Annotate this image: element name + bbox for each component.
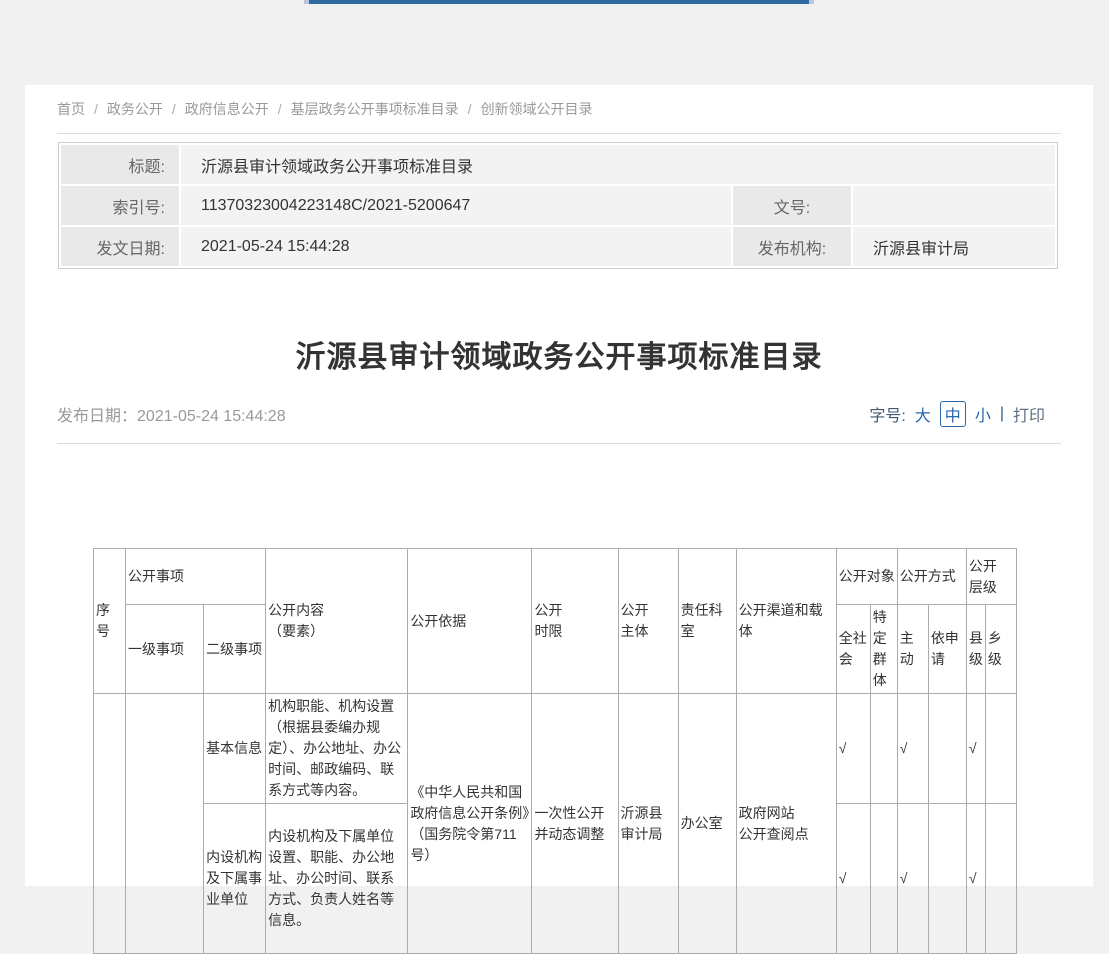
meta-publisher-label: 发布机构: [733, 227, 851, 266]
print-button[interactable]: 打印 [1013, 402, 1045, 426]
cell-subject: 沂源县审计局 [618, 694, 678, 954]
cell-item-l2: 基本信息 [204, 694, 266, 804]
article-divider [57, 443, 1061, 444]
cell-content: 机构职能、机构设置（根据县委编办规定）、办公地址、办公时间、邮政编码、联系方式等… [266, 694, 408, 804]
cell-basis: 《中华人民共和国政府信息公开条例》（国务院令第711号） [408, 694, 532, 954]
col-header-item: 公开事项 [126, 549, 266, 605]
breadcrumb-separator: / [172, 101, 176, 117]
cell-channel: 政府网站 公开查阅点 [736, 694, 836, 954]
col-header-audience-specific: 特定群体 [870, 605, 897, 694]
catalog-table: 序号 公开事项 公开内容 （要素） 公开依据 公开 时限 公开 主体 责任科室 … [93, 548, 1017, 954]
breadcrumb: 首页 / 政务公开 / 政府信息公开 / 基层政务公开事项标准目录 / 创新领域公开目录 [57, 85, 1061, 119]
cell-content: 内设机构及下属单位设置、职能、办公地址、办公时间、联系方式、负责人姓名等信息。 [266, 804, 408, 954]
col-header-basis: 公开依据 [408, 549, 532, 694]
breadcrumb-link-jczwgk[interactable]: 基层政务公开事项标准目录 [291, 101, 459, 117]
breadcrumb-divider [57, 133, 1061, 134]
cell-check-method-active: √ [897, 694, 928, 804]
col-header-level: 公开 层级 [966, 549, 1016, 605]
article-toolbar: 发布日期：2021-05-24 15:44:28 字号: 大 中 小 | 打印 [57, 401, 1061, 427]
publish-date: 发布日期：2021-05-24 15:44:28 [57, 402, 286, 426]
meta-row-title: 标题: 沂源县审计领域政务公开事项标准目录 [61, 145, 1055, 184]
cell-check-audience-specific [870, 804, 897, 954]
col-header-audience: 公开对象 [836, 549, 897, 605]
cell-check-method-active: √ [897, 804, 928, 954]
col-header-audience-all: 全社会 [836, 605, 870, 694]
col-header-method-request: 依申请 [928, 605, 966, 694]
meta-issuedate-value: 2021-05-24 15:44:28 [181, 227, 731, 266]
font-size-large-button[interactable]: 大 [915, 402, 931, 426]
col-header-level-county: 县级 [966, 605, 985, 694]
publish-date-label: 发布日期： [57, 408, 137, 425]
col-header-level-town: 乡级 [985, 605, 1016, 694]
meta-docno-label: 文号: [733, 186, 851, 225]
content-panel: 首页 / 政务公开 / 政府信息公开 / 基层政务公开事项标准目录 / 创新领域公开目录 标题:… [25, 85, 1093, 886]
col-header-item-l1: 一级事项 [126, 605, 204, 694]
meta-row-index: 索引号: 11370323004223148C/2021-5200647 文号: [61, 186, 1055, 225]
meta-publisher-value: 沂源县审计局 [853, 227, 1055, 266]
font-size-label: 字号: [869, 402, 905, 426]
meta-title-label: 标题: [61, 145, 179, 184]
catalog-header-row-1: 序号 公开事项 公开内容 （要素） 公开依据 公开 时限 公开 主体 责任科室 … [94, 549, 1017, 605]
cell-item-l2: 内设机构及下属事业单位 [204, 804, 266, 954]
meta-docno-value [853, 186, 1055, 225]
cell-seq [94, 694, 126, 954]
col-header-seq: 序号 [94, 549, 126, 694]
table-row: 基本信息 机构职能、机构设置（根据县委编办规定）、办公地址、办公时间、邮政编码、… [94, 694, 1017, 804]
meta-title-value: 沂源县审计领域政务公开事项标准目录 [181, 145, 1055, 184]
meta-row-date: 发文日期: 2021-05-24 15:44:28 发布机构: 沂源县审计局 [61, 227, 1055, 266]
font-size-medium-button[interactable]: 中 [940, 401, 966, 427]
top-nav-bar-fragment [304, 0, 814, 4]
cell-time: 一次性公开并动态调整 [532, 694, 618, 954]
col-header-method: 公开方式 [897, 549, 966, 605]
publish-date-value: 2021-05-24 15:44:28 [137, 408, 286, 425]
page-title: 沂源县审计领域政务公开事项标准目录 [57, 339, 1061, 377]
font-size-small-button[interactable]: 小 [975, 402, 991, 426]
meta-issuedate-label: 发文日期: [61, 227, 179, 266]
cell-check-level-county: √ [966, 804, 985, 954]
breadcrumb-link-zwgk[interactable]: 政务公开 [107, 101, 163, 117]
document-meta-table: 标题: 沂源县审计领域政务公开事项标准目录 索引号: 1137032300422… [58, 142, 1058, 269]
cell-item-l1 [126, 694, 204, 954]
breadcrumb-separator: / [278, 101, 282, 117]
col-header-time: 公开 时限 [532, 549, 618, 694]
breadcrumb-link-home[interactable]: 首页 [57, 101, 85, 117]
breadcrumb-separator: / [94, 101, 98, 117]
cell-check-level-county: √ [966, 694, 985, 804]
toolbar-divider: | [1000, 405, 1004, 423]
breadcrumb-link-cxly[interactable]: 创新领域公开目录 [481, 101, 593, 117]
cell-check-method-request [928, 804, 966, 954]
breadcrumb-link-zfxxgk[interactable]: 政府信息公开 [185, 101, 269, 117]
font-size-tools: 字号: 大 中 小 | 打印 [869, 401, 1045, 427]
meta-index-label: 索引号: [61, 186, 179, 225]
col-header-content: 公开内容 （要素） [266, 549, 408, 694]
col-header-subject: 公开 主体 [618, 549, 678, 694]
col-header-item-l2: 二级事项 [204, 605, 266, 694]
col-header-dept: 责任科室 [678, 549, 736, 694]
col-header-channel: 公开渠道和载体 [736, 549, 836, 694]
cell-check-audience-all: √ [836, 694, 870, 804]
cell-check-level-town [985, 804, 1016, 954]
cell-check-audience-specific [870, 694, 897, 804]
cell-check-level-town [985, 694, 1016, 804]
cell-dept: 办公室 [678, 694, 736, 954]
col-header-method-active: 主动 [897, 605, 928, 694]
cell-check-audience-all: √ [836, 804, 870, 954]
breadcrumb-separator: / [468, 101, 472, 117]
cell-check-method-request [928, 694, 966, 804]
meta-index-value: 11370323004223148C/2021-5200647 [181, 186, 731, 225]
